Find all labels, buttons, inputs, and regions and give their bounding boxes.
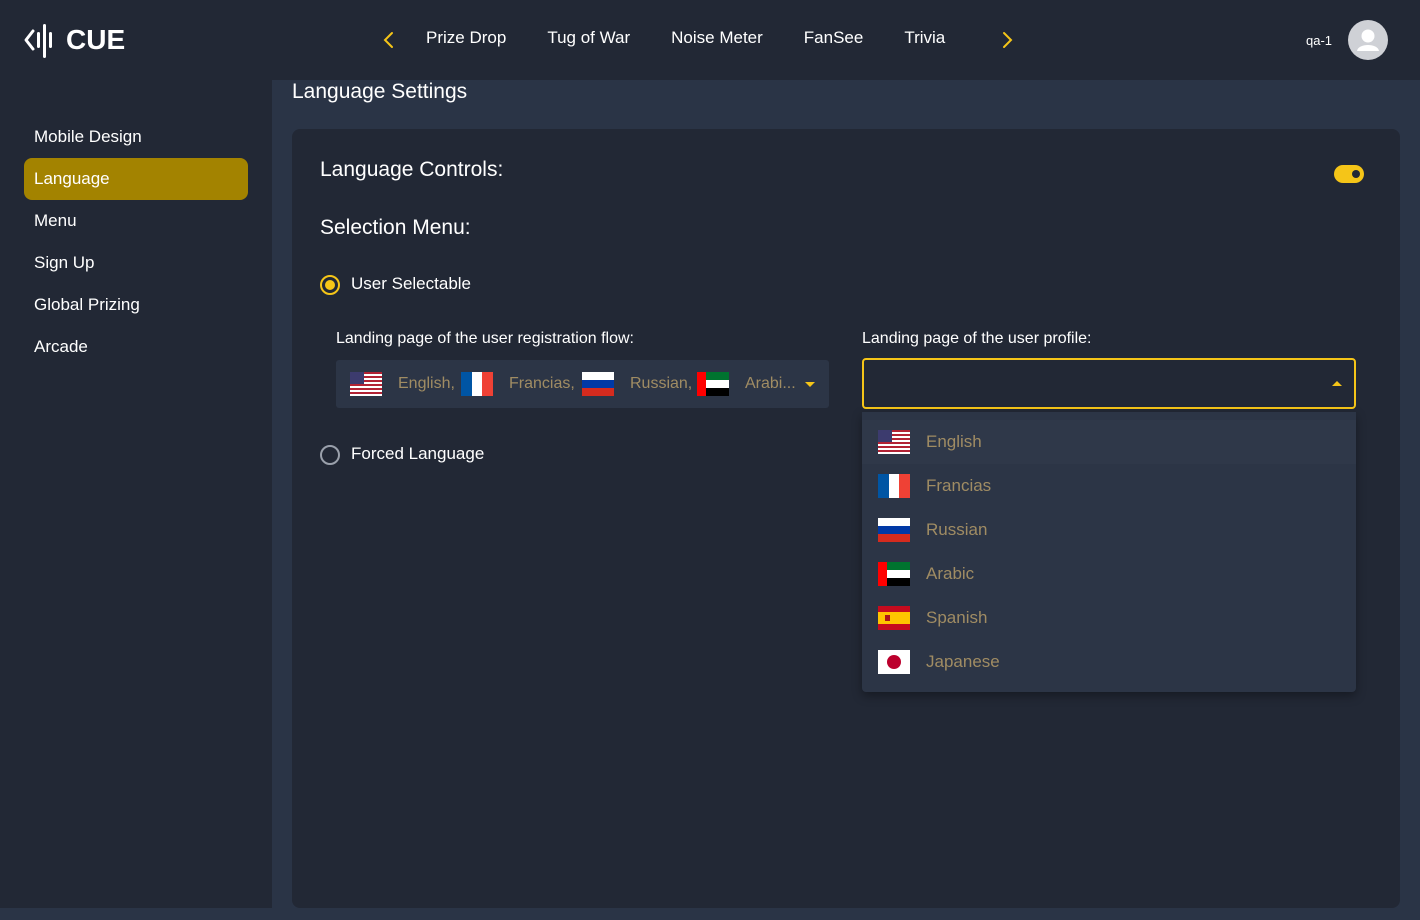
sidebar-item-language[interactable]: Language bbox=[24, 158, 248, 200]
sidebar-item-mobile-design[interactable]: Mobile Design bbox=[24, 116, 248, 158]
logo[interactable]: CUE bbox=[24, 20, 125, 60]
ae-flag-icon bbox=[697, 372, 729, 396]
top-bar: CUE Prize Drop Tug of War Noise Meter Fa… bbox=[0, 0, 1420, 80]
fr-flag-icon bbox=[461, 372, 493, 396]
es-flag-icon bbox=[878, 606, 910, 630]
dropdown-option-english[interactable]: English bbox=[862, 420, 1356, 464]
ae-flag-icon bbox=[878, 562, 910, 586]
registration-language-select[interactable]: English, Francias, Russian, Arabi... bbox=[336, 360, 829, 408]
user-avatar-icon bbox=[1357, 29, 1379, 51]
user-selectable-radio[interactable] bbox=[320, 275, 340, 295]
sidebar-item-arcade[interactable]: Arcade bbox=[24, 326, 248, 368]
bottom-strip bbox=[0, 908, 1420, 920]
user-name: qa-1 bbox=[1306, 33, 1333, 48]
chip-english-text: English, bbox=[398, 375, 455, 392]
sidebar-item-sign-up[interactable]: Sign Up bbox=[24, 242, 248, 284]
dropdown-option-label: English bbox=[926, 432, 982, 451]
sidebar-item-global-prizing[interactable]: Global Prizing bbox=[24, 284, 248, 326]
language-controls-toggle[interactable] bbox=[1334, 165, 1364, 183]
tab-fansee[interactable]: FanSee bbox=[804, 28, 864, 48]
registration-flow-label: Landing page of the user registration fl… bbox=[336, 330, 634, 347]
dropdown-option-japanese[interactable]: Japanese bbox=[862, 640, 1356, 684]
chip-english: English, bbox=[350, 360, 455, 408]
chip-francias-text: Francias, bbox=[509, 375, 575, 392]
user-profile-label: Landing page of the user profile: bbox=[862, 330, 1092, 347]
selection-menu-label: Selection Menu: bbox=[320, 216, 471, 239]
dropdown-option-label: Russian bbox=[926, 520, 988, 539]
logo-text: CUE bbox=[66, 24, 126, 55]
dropdown-option-francias[interactable]: Francias bbox=[862, 464, 1356, 508]
caret-up-icon bbox=[1332, 381, 1342, 386]
dropdown-option-arabic[interactable]: Arabic bbox=[862, 552, 1356, 596]
cue-logo-icon bbox=[24, 24, 52, 58]
user-profile-language-select[interactable] bbox=[862, 358, 1356, 409]
dropdown-option-russian[interactable]: Russian bbox=[862, 508, 1356, 552]
chip-russian: Russian, bbox=[582, 360, 692, 408]
us-flag-icon bbox=[878, 430, 910, 454]
dropdown-option-spanish[interactable]: Spanish bbox=[862, 596, 1356, 640]
tab-noise-meter[interactable]: Noise Meter bbox=[671, 28, 763, 48]
sidebar-item-menu[interactable]: Menu bbox=[24, 200, 248, 242]
fr-flag-icon bbox=[878, 474, 910, 498]
caret-down-icon bbox=[805, 382, 815, 387]
tab-prize-drop[interactable]: Prize Drop bbox=[426, 28, 506, 48]
forced-language-radio[interactable] bbox=[320, 445, 340, 465]
nav-next-button[interactable] bbox=[993, 26, 1021, 54]
page-title: Language Settings bbox=[292, 80, 468, 103]
chip-arabic-text: Arabi... bbox=[745, 375, 796, 392]
nav-prev-button[interactable] bbox=[375, 26, 403, 54]
tab-trivia[interactable]: Trivia bbox=[904, 28, 945, 48]
chevron-left-icon bbox=[383, 32, 393, 48]
dropdown-option-label: Spanish bbox=[926, 608, 988, 627]
dropdown-option-label: Francias bbox=[926, 476, 992, 495]
dropdown-option-label: Arabic bbox=[926, 564, 975, 583]
language-controls-label: Language Controls: bbox=[320, 158, 504, 181]
avatar[interactable] bbox=[1348, 20, 1388, 60]
jp-flag-icon bbox=[878, 650, 910, 674]
chip-francias: Francias, bbox=[461, 360, 575, 408]
feature-tabs: Prize Drop Tug of War Noise Meter FanSee… bbox=[426, 28, 945, 48]
tab-tug-of-war[interactable]: Tug of War bbox=[547, 28, 630, 48]
chip-russian-text: Russian, bbox=[630, 375, 693, 392]
us-flag-icon bbox=[350, 372, 382, 396]
ru-flag-icon bbox=[582, 372, 614, 396]
language-dropdown-menu: English Francias Russian Arabic Spanish … bbox=[862, 412, 1356, 692]
dropdown-option-label: Japanese bbox=[926, 652, 1000, 671]
user-selectable-label[interactable]: User Selectable bbox=[351, 274, 471, 294]
forced-language-label[interactable]: Forced Language bbox=[351, 444, 484, 464]
toggle-knob bbox=[1352, 170, 1360, 178]
sidebar: Mobile Design Language Menu Sign Up Glob… bbox=[0, 80, 272, 908]
chip-arabic: Arabi... bbox=[697, 360, 796, 408]
ru-flag-icon bbox=[878, 518, 910, 542]
chevron-right-icon bbox=[1003, 32, 1013, 48]
